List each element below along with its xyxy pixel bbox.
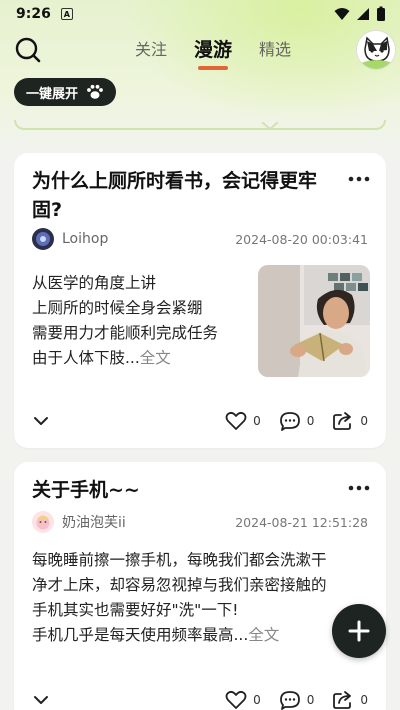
excerpt-line: 每晚睡前擦一擦手机，每晚我们都会洗漱干 [32,551,327,569]
author-row[interactable]: Loihop [32,227,108,251]
author-avatar[interactable] [32,228,54,250]
post-actions: 0 0 0 [225,690,368,710]
author-name[interactable]: 奶油泡芙ii [62,512,126,532]
post-time: 2024-08-21 12:51:28 [235,515,368,530]
status-icons [334,6,386,22]
collapsed-drawer[interactable] [14,120,386,130]
author-name[interactable]: Loihop [62,231,108,247]
post-card[interactable]: 关于手机~~ 奶油泡芙ii 2024-08-21 12:51:28 每晚睡前擦一… [14,462,386,710]
post-title[interactable]: 关于手机~~ [32,476,332,505]
post-footer: 0 0 0 [32,409,368,433]
excerpt-line: 净才上床，却容易忽视掉与我们亲密接触的 [32,576,327,594]
like-button[interactable]: 0 [225,690,261,710]
excerpt-line: 从医学的角度上讲 [32,274,157,292]
comment-count: 0 [306,414,315,428]
read-more-link[interactable]: 全文 [140,349,171,367]
signal-icon [357,8,369,20]
more-icon[interactable] [348,484,370,492]
wifi-icon [334,8,350,20]
comment-count: 0 [306,693,315,707]
like-button[interactable]: 0 [225,411,261,431]
like-count: 0 [253,414,261,428]
comment-icon [279,412,300,431]
search-icon[interactable] [14,36,42,64]
user-avatar[interactable] [356,30,396,70]
author-row[interactable]: 奶油泡芙ii [32,510,126,534]
drawer-notch-icon [262,122,278,130]
share-button[interactable]: 0 [332,690,368,710]
author-avatar[interactable] [32,511,54,533]
share-button[interactable]: 0 [332,411,368,431]
cat-avatar-image [357,31,395,69]
excerpt-line: 手机几乎是每天使用频率最高... [32,626,249,644]
plus-icon [348,620,370,642]
heart-icon [225,690,247,709]
expand-all-button[interactable]: 一键展开 [14,78,117,106]
share-icon [333,691,352,709]
post-card[interactable]: 为什么上厕所时看书，会记得更牢固? Loihop 2024-08-20 00:0… [14,153,386,448]
share-count: 0 [360,693,368,707]
excerpt-line: 手机其实也需要好好"洗"一下! [32,601,239,619]
post-excerpt[interactable]: 从医学的角度上讲 上厕所的时候全身会紧绷 需要用力才能顺利完成任务 由于人体下肢… [32,271,218,371]
comment-icon [279,691,300,710]
share-icon [333,412,352,430]
tab-roam[interactable]: 漫游 [182,36,244,70]
notification-badge: A [60,8,73,20]
comment-button[interactable]: 0 [279,690,315,710]
expand-all-label: 一键展开 [26,86,79,102]
excerpt-line: 需要用力才能顺利完成任务 [32,324,219,342]
read-more-link[interactable]: 全文 [248,626,279,644]
post-footer: 0 0 0 [32,688,368,710]
status-time: 9:26 [16,6,51,22]
excerpt-line: 由于人体下肢... [32,349,140,367]
share-count: 0 [360,414,368,428]
tab-following[interactable]: 关注 [120,36,182,64]
feed-tabs: 关注 漫游 精选 [120,36,306,70]
post-time: 2024-08-20 00:03:41 [235,232,368,247]
post-excerpt[interactable]: 每晚睡前擦一擦手机，每晚我们都会洗漱干 净才上床，却容易忽视掉与我们亲密接触的 … [32,548,327,648]
more-icon[interactable] [348,175,370,183]
post-title[interactable]: 为什么上厕所时看书，会记得更牢固? [32,167,332,225]
chevron-down-icon[interactable] [32,412,50,430]
paw-icon [87,84,103,99]
like-count: 0 [253,693,261,707]
excerpt-line: 上厕所的时候全身会紧绷 [32,299,203,317]
battery-icon [377,6,385,21]
post-actions: 0 0 0 [225,411,368,431]
create-post-button[interactable] [332,604,386,658]
tab-featured[interactable]: 精选 [244,36,306,64]
post-thumbnail[interactable] [258,265,370,377]
heart-icon [225,411,247,430]
comment-button[interactable]: 0 [279,411,315,431]
status-bar: 9:26 A [0,0,400,28]
top-navigation: 关注 漫游 精选 [0,30,400,72]
chevron-down-icon[interactable] [32,691,50,709]
